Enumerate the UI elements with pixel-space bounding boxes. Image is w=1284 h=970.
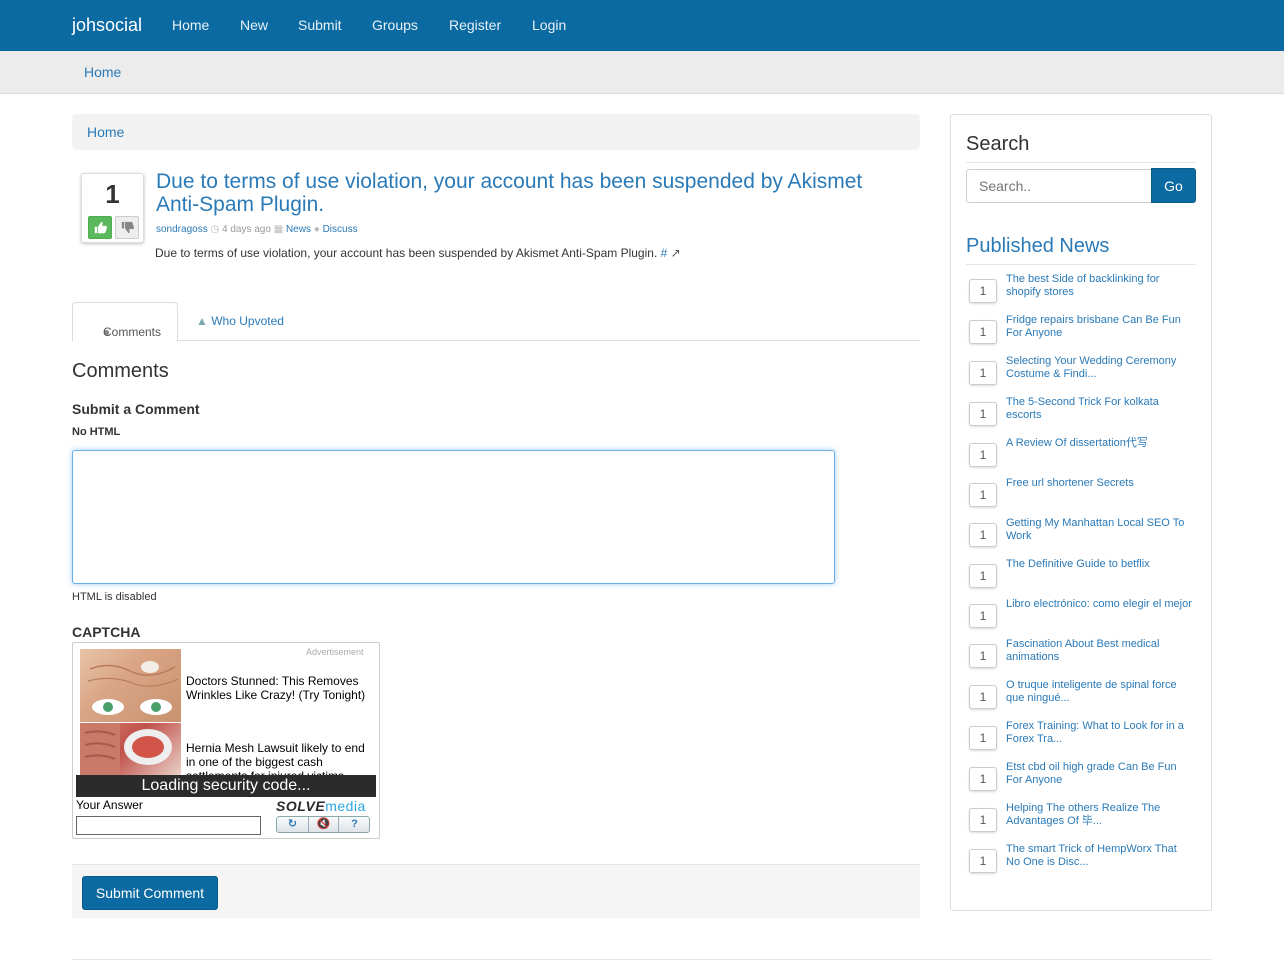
news-vote-count: 1 [969, 523, 997, 547]
thumbs-up-icon: ▲ [196, 314, 208, 328]
post-category-link[interactable]: News [286, 224, 311, 235]
tab-who-upvoted[interactable]: ▲ Who Upvoted [196, 314, 284, 328]
folder-icon: ▦ [273, 224, 284, 235]
captcha-answer-label: Your Answer [76, 798, 143, 812]
news-vote-count: 1 [969, 320, 997, 344]
solve-media-logo-media: media [325, 798, 366, 814]
post-title[interactable]: Due to terms of use violation, your acco… [156, 170, 906, 216]
top-navbar: johsocial Home New Submit Groups Registe… [0, 0, 1284, 51]
tab-who-upvoted-label: Who Upvoted [211, 314, 284, 328]
news-vote-count: 1 [969, 644, 997, 668]
footer-divider [72, 959, 1212, 960]
breadcrumb-home[interactable]: Home [87, 124, 124, 140]
news-vote-count: 1 [969, 564, 997, 588]
tab-comments-label: Comments [103, 325, 162, 339]
news-vote-count: 1 [969, 767, 997, 791]
news-vote-count: 1 [969, 808, 997, 832]
news-title-link[interactable]: Free url shortener Secrets [1006, 477, 1192, 490]
news-vote-count: 1 [969, 443, 997, 467]
news-title-link[interactable]: Etst cbd oil high grade Can Be Fun For A… [1006, 761, 1192, 787]
news-vote-count: 1 [969, 849, 997, 873]
ad-text-2[interactable]: Hernia Mesh Lawsuit likely to end in one… [186, 741, 376, 777]
ad-text-1[interactable]: Doctors Stunned: This Removes Wrinkles L… [186, 674, 376, 702]
post-discuss-link[interactable]: Discuss [323, 224, 358, 235]
news-vote-count: 1 [969, 361, 997, 385]
submit-comment-heading: Submit a Comment [72, 401, 200, 417]
news-title-link[interactable]: Selecting Your Wedding Ceremony Costume … [1006, 355, 1192, 381]
news-title-link[interactable]: Libro electrónico: como elegir el mejor [1006, 598, 1192, 611]
news-vote-count: 1 [969, 279, 997, 303]
post-hash-link[interactable]: # [661, 246, 668, 260]
advertisement-label: Advertisement [306, 647, 364, 657]
clock-icon: ◷ [210, 224, 220, 235]
nav-home[interactable]: Home [172, 17, 209, 33]
news-title-link[interactable]: A Review Of dissertation代写 [1006, 437, 1192, 450]
vote-count: 1 [105, 179, 120, 209]
sidebar: Search Go Published News 1 The best Side … [950, 114, 1212, 911]
thumbs-down-icon [121, 221, 134, 234]
submit-area: Submit Comment [72, 864, 920, 918]
submit-comment-button[interactable]: Submit Comment [82, 876, 218, 910]
news-title-link[interactable]: O truque inteligente de spinal force que… [1006, 679, 1192, 705]
captcha-loading-bar: Loading security code... [76, 775, 376, 797]
nav-groups[interactable]: Groups [372, 17, 418, 33]
ad-image-face[interactable] [80, 649, 181, 722]
sidebar-search-input[interactable] [966, 169, 1152, 203]
nav-login[interactable]: Login [532, 17, 566, 33]
news-vote-count: 1 [969, 402, 997, 426]
ad-image-medical[interactable] [80, 723, 181, 776]
help-icon[interactable]: ? [339, 817, 370, 832]
news-title-link[interactable]: Getting My Manhattan Local SEO To Work [1006, 517, 1192, 543]
post-time: 4 days ago [222, 224, 271, 235]
captcha-controls: ↻ 🔇 ? [276, 816, 370, 833]
news-title-link[interactable]: Fridge repairs brisbane Can Be Fun For A… [1006, 314, 1192, 340]
news-title-link[interactable]: The best Side of backlinking for shopify… [1006, 273, 1192, 299]
thumbs-up-icon [94, 221, 107, 234]
news-title-link[interactable]: The Definitive Guide to betflix [1006, 558, 1192, 571]
news-vote-count: 1 [969, 685, 997, 709]
sidebar-divider [966, 264, 1196, 265]
no-html-label: No HTML [72, 426, 121, 438]
upvote-button[interactable] [88, 216, 112, 239]
breadcrumb: Home [72, 114, 920, 150]
solve-media-logo-solve: SOLVE [276, 798, 326, 814]
news-title-link[interactable]: Forex Training: What to Look for in a Fo… [1006, 720, 1192, 746]
comment-textarea[interactable] [72, 450, 835, 584]
comments-heading: Comments [72, 360, 169, 382]
news-vote-count: 1 [969, 483, 997, 507]
sub-navbar: Home [0, 51, 1284, 94]
news-title-link[interactable]: The 5-Second Trick For kolkata escorts [1006, 396, 1192, 422]
post-description: Due to terms of use violation, your acco… [155, 246, 681, 260]
nav-register[interactable]: Register [449, 17, 501, 33]
post-description-text: Due to terms of use violation, your acco… [155, 246, 658, 260]
news-title-link[interactable]: Fascination About Best medical animation… [1006, 638, 1192, 664]
comment-icon: ● [313, 224, 320, 235]
solve-media-logo[interactable]: SOLVEmedia [276, 798, 366, 814]
sidebar-divider [966, 162, 1196, 163]
captcha-widget: Advertisement Doctors Stunned: This Remo… [72, 642, 380, 839]
news-vote-count: 1 [969, 726, 997, 750]
refresh-icon[interactable]: ↻ [277, 817, 308, 832]
post-meta: sondragoss ◷ 4 days ago ▦ News ● Discuss [156, 224, 358, 235]
tab-comments[interactable]: ● Comments [72, 302, 178, 342]
sidebar-search-heading: Search [966, 133, 1030, 155]
news-title-link[interactable]: The smart Trick of HempWorx That No One … [1006, 843, 1192, 869]
news-vote-count: 1 [969, 604, 997, 628]
news-title-link[interactable]: Helping The others Realize The Advantage… [1006, 802, 1192, 828]
captcha-answer-input[interactable] [76, 816, 261, 835]
nav-submit[interactable]: Submit [298, 17, 342, 33]
captcha-heading: CAPTCHA [72, 624, 141, 640]
brand-logo[interactable]: johsocial [72, 15, 142, 36]
downvote-button[interactable] [115, 216, 139, 239]
nav-new[interactable]: New [240, 17, 268, 33]
external-link-icon[interactable]: ↗ [671, 246, 681, 260]
audio-mute-icon[interactable]: 🔇 [308, 817, 339, 832]
html-disabled-note: HTML is disabled [72, 591, 157, 603]
post-tabs: ● Comments ▲ Who Upvoted [72, 302, 920, 342]
post-author-link[interactable]: sondragoss [156, 224, 208, 235]
sidebar-search-go-button[interactable]: Go [1151, 168, 1196, 203]
subbar-home-link[interactable]: Home [84, 64, 121, 80]
published-news-heading[interactable]: Published News [966, 235, 1109, 258]
vote-box: 1 [81, 173, 144, 243]
